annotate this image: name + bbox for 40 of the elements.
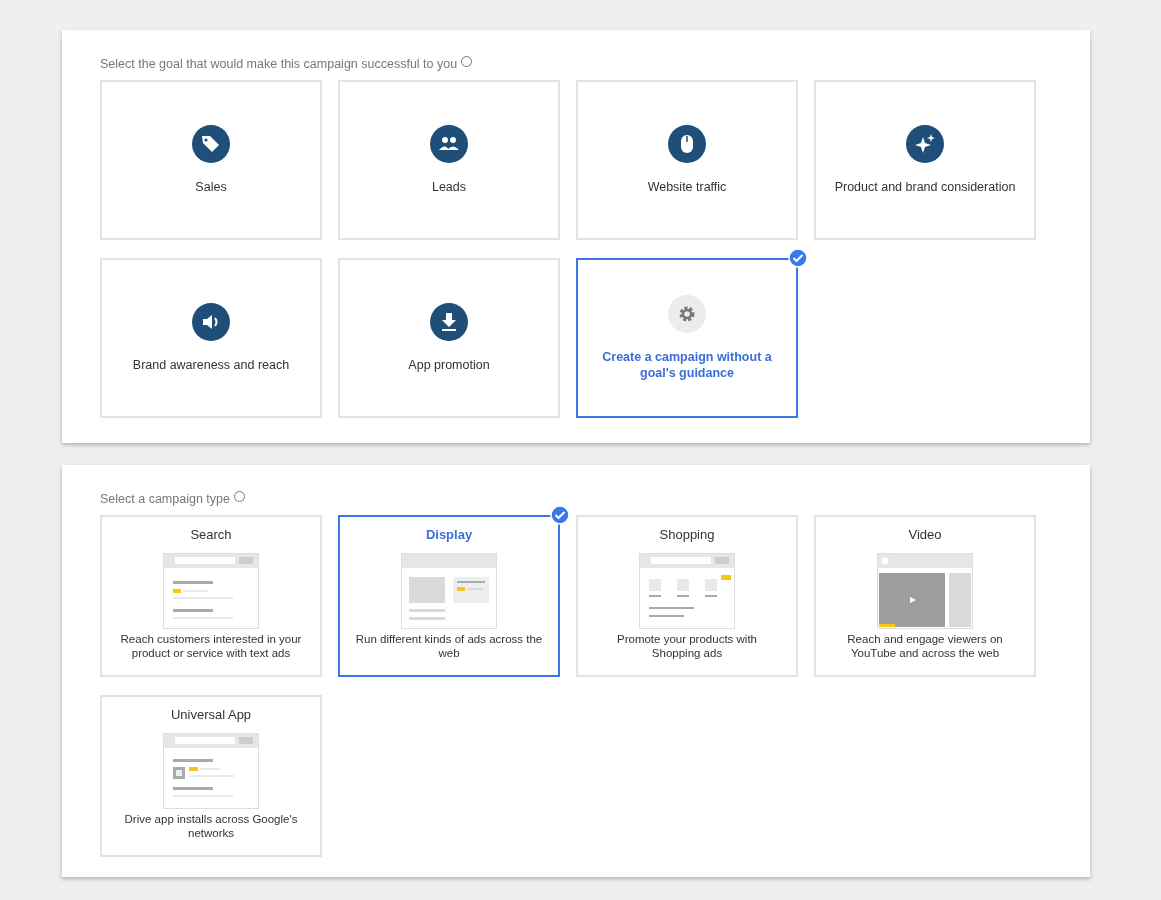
campaign-type-card[interactable]: Display Run different kinds of ads across the web: [338, 515, 560, 677]
type-description: Run different kinds of ads across the web: [354, 632, 544, 660]
campaign-type-card[interactable]: Search Reach customers interested in your product or service with text ads: [100, 515, 322, 677]
type-description: Reach customers interested in your product or service with text ads: [119, 632, 303, 660]
type-title: Display: [425, 527, 473, 543]
type-description: Promote your products with Shopping ads: [616, 632, 758, 660]
check-badge-icon: [550, 505, 570, 525]
type-description: Drive app installs across Google's networks: [123, 812, 299, 840]
tag-icon: [192, 125, 230, 163]
gear-icon: [668, 295, 706, 333]
goal-label: Brand awareness and reach: [131, 357, 291, 373]
goal-card[interactable]: Sales: [100, 80, 322, 240]
campaign-type-card[interactable]: Shopping Promote your products with Shopping ads: [576, 515, 798, 677]
goal-label: Create a campaign without a goal's guidance: [601, 349, 773, 381]
goal-card[interactable]: Product and brand consideration: [814, 80, 1036, 240]
campaign-type-card[interactable]: Universal App Drive app installs across Google's networks: [100, 695, 322, 857]
goal-card[interactable]: App promotion: [338, 258, 560, 418]
sparkle-icon: [906, 125, 944, 163]
type-title: Video: [908, 527, 942, 543]
campaign-type-card[interactable]: Video Reach and engage viewers on YouTube and across the web: [814, 515, 1036, 677]
goal-label: Website traffic: [646, 179, 728, 195]
goal-label: Sales: [194, 179, 228, 195]
type-description: Reach and engage viewers on YouTube and across the web: [846, 632, 1004, 660]
goal-label: Product and brand consideration: [833, 179, 1017, 195]
check-badge-icon: [788, 248, 808, 268]
download-icon: [430, 303, 468, 341]
type-title: Shopping: [659, 527, 715, 543]
mouse-icon: [668, 125, 706, 163]
goal-label: App promotion: [407, 357, 491, 373]
speaker-icon: [192, 303, 230, 341]
type-title: Universal App: [170, 707, 252, 723]
goal-card[interactable]: Website traffic: [576, 80, 798, 240]
goal-label: Leads: [430, 179, 468, 195]
section-heading: Select the goal that would make this campaign successful to you: [100, 55, 458, 73]
goal-card[interactable]: Brand awareness and reach: [100, 258, 322, 418]
section-heading: Select a campaign type: [100, 490, 230, 508]
goal-card[interactable]: Leads: [338, 80, 560, 240]
type-title: Search: [190, 527, 232, 543]
goal-card[interactable]: Create a campaign without a goal's guidance: [576, 258, 798, 418]
people-icon: [430, 125, 468, 163]
